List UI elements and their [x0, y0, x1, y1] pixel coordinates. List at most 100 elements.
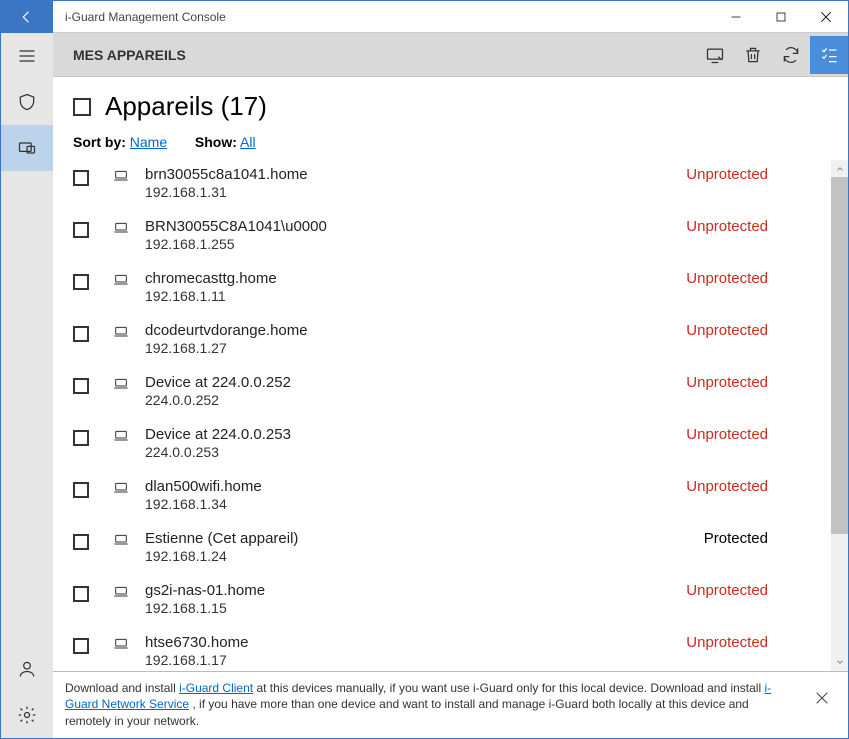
- delete-icon[interactable]: [734, 36, 772, 74]
- titlebar: i-Guard Management Console: [1, 1, 848, 33]
- toolbar-title: MES APPAREILS: [73, 47, 696, 63]
- scroll-thumb[interactable]: [831, 177, 848, 534]
- device-ip: 192.168.1.24: [145, 548, 704, 564]
- scroll-up-icon[interactable]: [831, 160, 848, 177]
- sidebar: [1, 33, 53, 738]
- device-name: BRN30055C8A1041\u0000: [145, 218, 686, 235]
- select-all-icon[interactable]: [810, 36, 848, 74]
- device-text: htse6730.home192.168.1.17: [145, 634, 686, 668]
- select-all-checkbox[interactable]: [73, 98, 91, 116]
- device-row[interactable]: Device at 224.0.0.252224.0.0.252Unprotec…: [73, 368, 818, 420]
- device-checkbox[interactable]: [73, 274, 89, 290]
- device-status: Protected: [704, 530, 818, 547]
- device-status: Unprotected: [686, 270, 818, 287]
- device-text: brn30055c8a1041.home192.168.1.31: [145, 166, 686, 200]
- minimize-button[interactable]: [713, 1, 758, 33]
- sort-by-label: Sort by:: [73, 134, 126, 150]
- refresh-icon[interactable]: [772, 36, 810, 74]
- back-button[interactable]: [1, 1, 53, 33]
- close-window-button[interactable]: [803, 1, 848, 33]
- device-status: Unprotected: [686, 374, 818, 391]
- display-icon[interactable]: [696, 36, 734, 74]
- device-status: Unprotected: [686, 634, 818, 651]
- device-text: Estienne (Cet appareil)192.168.1.24: [145, 530, 704, 564]
- device-name: Device at 224.0.0.252: [145, 374, 686, 391]
- device-name: brn30055c8a1041.home: [145, 166, 686, 183]
- sort-by-link[interactable]: Name: [130, 134, 167, 150]
- device-text: BRN30055C8A1041\u0000192.168.1.255: [145, 218, 686, 252]
- device-status: Unprotected: [686, 322, 818, 339]
- device-ip: 192.168.1.31: [145, 184, 686, 200]
- device-row[interactable]: dcodeurtvdorange.home192.168.1.27Unprote…: [73, 316, 818, 368]
- device-checkbox[interactable]: [73, 170, 89, 186]
- laptop-icon: [111, 220, 131, 239]
- laptop-icon: [111, 428, 131, 447]
- menu-button[interactable]: [1, 33, 53, 79]
- laptop-icon: [111, 584, 131, 603]
- device-row[interactable]: Device at 224.0.0.253224.0.0.253Unprotec…: [73, 420, 818, 472]
- show-label: Show:: [195, 134, 237, 150]
- device-checkbox[interactable]: [73, 482, 89, 498]
- laptop-icon: [111, 272, 131, 291]
- device-ip: 192.168.1.17: [145, 652, 686, 668]
- device-status: Unprotected: [686, 426, 818, 443]
- device-checkbox[interactable]: [73, 534, 89, 550]
- device-name: Estienne (Cet appareil): [145, 530, 704, 547]
- settings-icon[interactable]: [1, 692, 53, 738]
- device-checkbox[interactable]: [73, 378, 89, 394]
- scrollbar[interactable]: [831, 160, 848, 671]
- laptop-icon: [111, 168, 131, 187]
- device-row[interactable]: BRN30055C8A1041\u0000192.168.1.255Unprot…: [73, 212, 818, 264]
- device-text: dcodeurtvdorange.home192.168.1.27: [145, 322, 686, 356]
- device-text: Device at 224.0.0.253224.0.0.253: [145, 426, 686, 460]
- laptop-icon: [111, 376, 131, 395]
- device-row[interactable]: dlan500wifi.home192.168.1.34Unprotected: [73, 472, 818, 524]
- laptop-icon: [111, 532, 131, 551]
- footer-close-icon[interactable]: [808, 684, 836, 712]
- laptop-icon: [111, 480, 131, 499]
- footer-text-2: at this devices manually, if you want us…: [253, 681, 764, 695]
- device-ip: 224.0.0.253: [145, 444, 686, 460]
- device-name: gs2i-nas-01.home: [145, 582, 686, 599]
- shield-icon[interactable]: [1, 79, 53, 125]
- device-checkbox[interactable]: [73, 638, 89, 654]
- show-link[interactable]: All: [240, 134, 256, 150]
- device-name: dlan500wifi.home: [145, 478, 686, 495]
- device-text: Device at 224.0.0.252224.0.0.252: [145, 374, 686, 408]
- devices-icon[interactable]: [1, 125, 53, 171]
- device-checkbox[interactable]: [73, 430, 89, 446]
- device-status: Unprotected: [686, 218, 818, 235]
- device-checkbox[interactable]: [73, 326, 89, 342]
- user-icon[interactable]: [1, 646, 53, 692]
- device-row[interactable]: gs2i-nas-01.home192.168.1.15Unprotected: [73, 576, 818, 628]
- sort-row: Sort by: Name Show: All: [53, 128, 848, 160]
- device-text: chromecasttg.home192.168.1.11: [145, 270, 686, 304]
- device-ip: 224.0.0.252: [145, 392, 686, 408]
- device-row[interactable]: htse6730.home192.168.1.17Unprotected: [73, 628, 818, 671]
- page-title: Appareils (17): [105, 91, 267, 122]
- toolbar: MES APPAREILS: [53, 33, 848, 77]
- device-name: Device at 224.0.0.253: [145, 426, 686, 443]
- device-ip: 192.168.1.15: [145, 600, 686, 616]
- footer-link-client[interactable]: i-Guard Client: [179, 681, 253, 695]
- device-ip: 192.168.1.255: [145, 236, 686, 252]
- device-status: Unprotected: [686, 478, 818, 495]
- maximize-button[interactable]: [758, 1, 803, 33]
- device-text: gs2i-nas-01.home192.168.1.15: [145, 582, 686, 616]
- device-checkbox[interactable]: [73, 222, 89, 238]
- device-name: chromecasttg.home: [145, 270, 686, 287]
- device-row[interactable]: Estienne (Cet appareil)192.168.1.24Prote…: [73, 524, 818, 576]
- device-name: dcodeurtvdorange.home: [145, 322, 686, 339]
- device-row[interactable]: brn30055c8a1041.home192.168.1.31Unprotec…: [73, 160, 818, 212]
- device-status: Unprotected: [686, 582, 818, 599]
- scroll-down-icon[interactable]: [831, 654, 848, 671]
- device-ip: 192.168.1.34: [145, 496, 686, 512]
- device-row[interactable]: chromecasttg.home192.168.1.11Unprotected: [73, 264, 818, 316]
- device-ip: 192.168.1.11: [145, 288, 686, 304]
- footer-notice: Download and install i-Guard Client at t…: [53, 671, 848, 738]
- window-title: i-Guard Management Console: [53, 10, 713, 24]
- device-status: Unprotected: [686, 166, 818, 183]
- device-checkbox[interactable]: [73, 586, 89, 602]
- laptop-icon: [111, 324, 131, 343]
- device-text: dlan500wifi.home192.168.1.34: [145, 478, 686, 512]
